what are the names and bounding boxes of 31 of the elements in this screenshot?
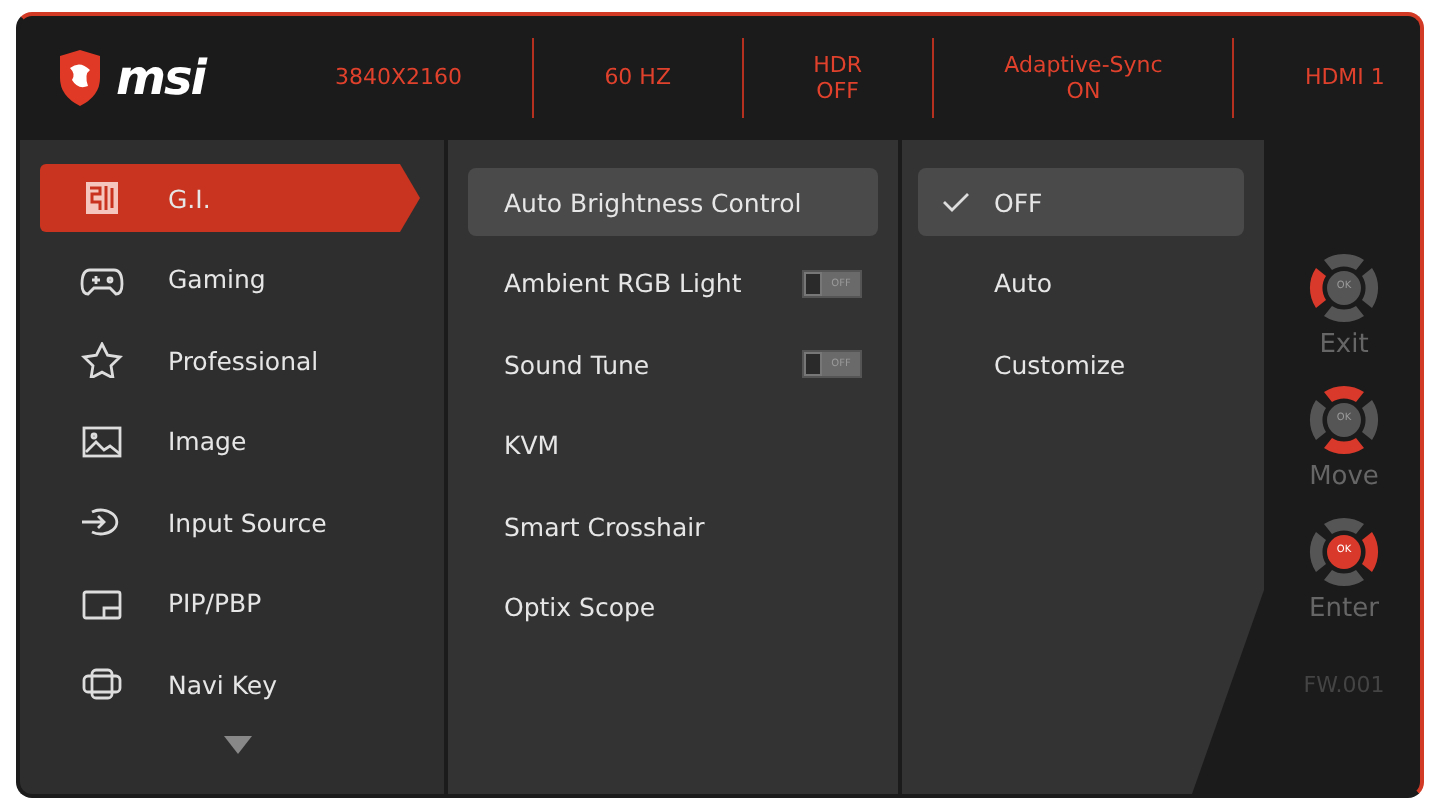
shield-logo-icon: [56, 50, 104, 106]
sidebar-item[interactable]: G.I.: [40, 164, 420, 232]
checkmark-icon: [942, 192, 970, 212]
star-icon: [80, 342, 124, 378]
navi-key-icon: [80, 666, 124, 702]
status-label: 3840X2160: [335, 64, 463, 92]
status-label: Adaptive-Sync ON: [1004, 51, 1163, 105]
status-label: HDMI 1: [1304, 64, 1385, 92]
brand-logo: msi: [116, 50, 206, 106]
sidebar-item[interactable]: Input Source: [40, 488, 420, 556]
option-item[interactable]: Auto: [918, 249, 1244, 317]
menu-item[interactable]: KVM: [468, 411, 878, 479]
key-label: Enter: [1309, 594, 1379, 624]
key-label: Exit: [1319, 330, 1369, 360]
sidebar-item[interactable]: Image: [40, 407, 420, 475]
menu-item[interactable]: Smart Crosshair: [468, 492, 878, 560]
option-item[interactable]: Customize: [918, 330, 1244, 398]
sidebar-item[interactable]: Gaming: [40, 245, 420, 313]
status-label: HDR OFF: [813, 51, 863, 105]
sidebar-item[interactable]: Navi Key: [40, 650, 420, 718]
menu-item[interactable]: Optix Scope: [468, 573, 878, 641]
option-item[interactable]: OFF: [918, 168, 1244, 236]
key-label: Move: [1309, 462, 1379, 492]
input-icon: [80, 504, 124, 540]
sidebar-item[interactable]: Professional: [40, 326, 420, 394]
image-icon: [80, 423, 124, 459]
status-label: 60 HZ: [604, 64, 671, 92]
sidebar-item[interactable]: PIP/PBP: [40, 569, 420, 637]
menu-item[interactable]: Auto Brightness Control: [468, 168, 878, 236]
pip-icon: [80, 585, 124, 621]
maze-icon: [80, 180, 124, 216]
